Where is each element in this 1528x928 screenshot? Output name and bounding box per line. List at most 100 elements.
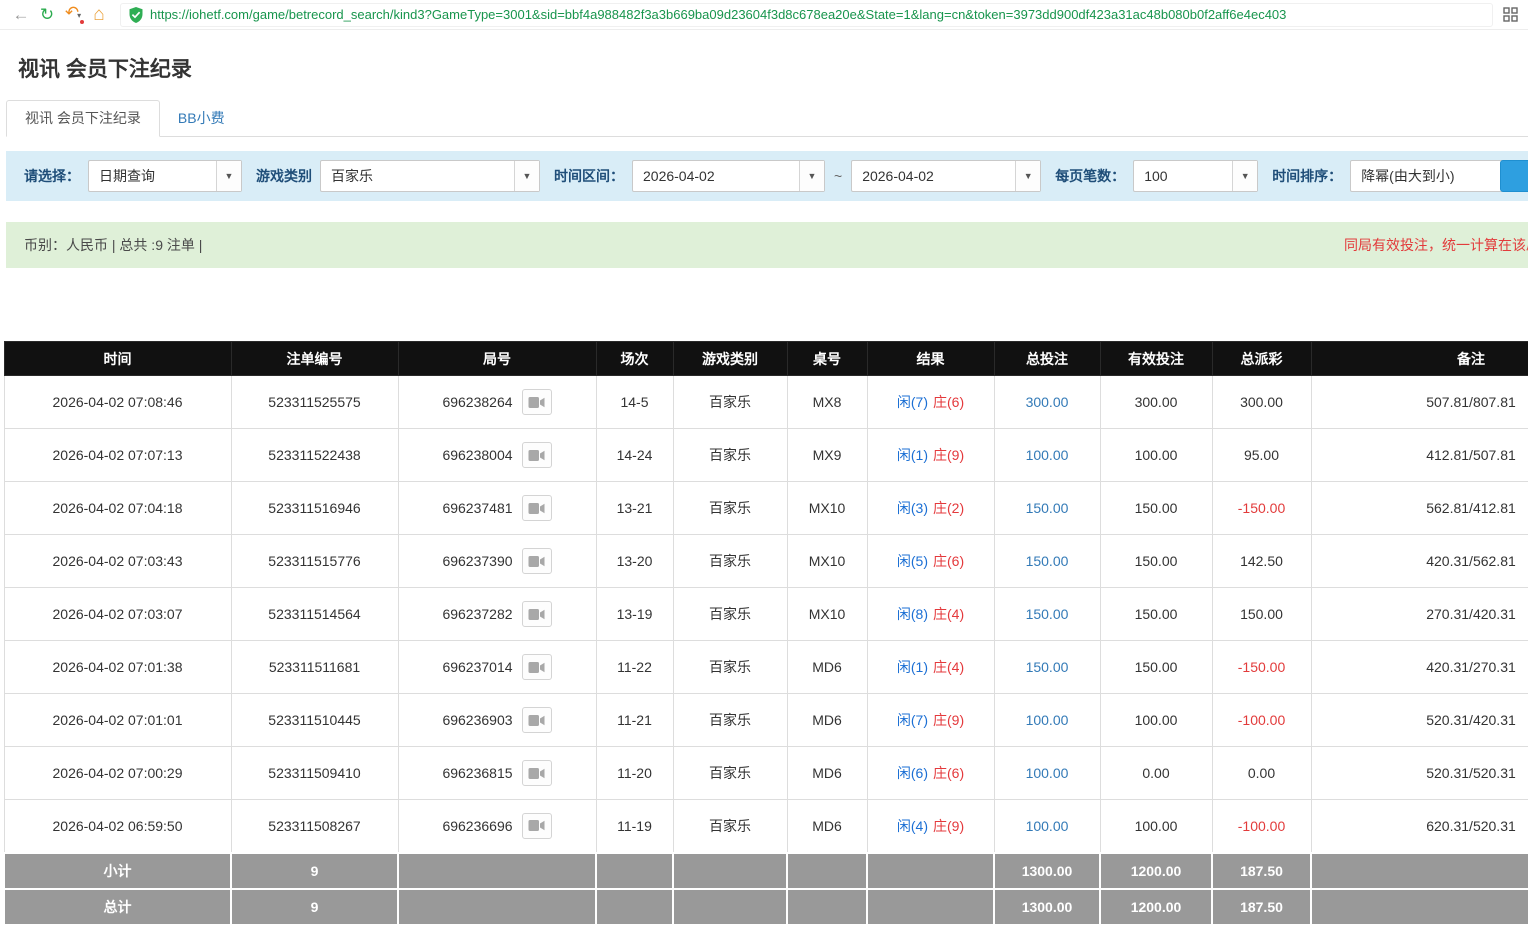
video-replay-button[interactable]: [522, 654, 552, 680]
cell-time: 2026-04-02 07:00:29: [4, 747, 231, 800]
cell-table-no: MD6: [787, 747, 867, 800]
player-result: 闲(8): [897, 606, 928, 622]
table-row: 2026-04-02 07:03:07 523311514564 6962372…: [4, 588, 1528, 641]
player-result: 闲(6): [897, 765, 928, 781]
cell-payout: -150.00: [1212, 641, 1311, 694]
table-row: 2026-04-02 07:03:43 523311515776 6962373…: [4, 535, 1528, 588]
cell-session: 13-19: [596, 588, 673, 641]
video-replay-button[interactable]: [522, 813, 552, 839]
cell-time: 2026-04-02 07:01:01: [4, 694, 231, 747]
subtotal-total-bet: 1300.00: [994, 853, 1100, 889]
cell-game-type: 百家乐: [673, 535, 787, 588]
query-type-select[interactable]: 日期查询 ▼: [88, 160, 242, 192]
subtotal-row: 小计 9 1300.00 1200.00 187.50: [4, 853, 1528, 889]
player-result: 闲(3): [897, 500, 928, 516]
cell-table-no: MX8: [787, 376, 867, 429]
game-type-value: 百家乐: [321, 166, 514, 186]
cell-payout: -150.00: [1212, 482, 1311, 535]
cell-time: 2026-04-02 07:01:38: [4, 641, 231, 694]
undo-icon[interactable]: ↶▾: [60, 0, 86, 30]
date-from-select[interactable]: 2026-04-02 ▼: [632, 160, 825, 192]
cell-game-type: 百家乐: [673, 376, 787, 429]
home-icon[interactable]: ⌂: [86, 1, 112, 29]
video-camera-icon: [528, 819, 545, 832]
cell-total-bet[interactable]: 150.00: [994, 535, 1100, 588]
cell-result: 闲(1)庄(9): [867, 429, 994, 482]
page-size-select[interactable]: 100 ▼: [1133, 160, 1258, 192]
browser-toolbar: ← ↻ ↶▾ ⌂ https://iohetf.com/game/betreco…: [0, 0, 1528, 30]
chevron-down-icon: ▼: [799, 161, 824, 191]
cell-result: 闲(8)庄(4): [867, 588, 994, 641]
video-replay-button[interactable]: [522, 495, 552, 521]
cell-session: 14-5: [596, 376, 673, 429]
refresh-icon[interactable]: ↻: [34, 1, 60, 29]
cell-valid-bet: 150.00: [1100, 641, 1212, 694]
date-to-select[interactable]: 2026-04-02 ▼: [851, 160, 1041, 192]
cell-bet-id: 523311516946: [231, 482, 398, 535]
cell-remark: 420.31/562.81: [1311, 535, 1528, 588]
video-camera-icon: [528, 608, 545, 621]
video-replay-button[interactable]: [522, 442, 552, 468]
column-header: 局号: [398, 342, 596, 376]
cell-game-type: 百家乐: [673, 429, 787, 482]
apps-grid-icon[interactable]: [1503, 7, 1518, 22]
cell-total-bet[interactable]: 150.00: [994, 482, 1100, 535]
tab-bb-tip[interactable]: BB小费: [160, 101, 243, 136]
game-type-select[interactable]: 百家乐 ▼: [320, 160, 540, 192]
column-header: 备注: [1311, 342, 1528, 376]
video-replay-button[interactable]: [522, 601, 552, 627]
video-camera-icon: [528, 396, 545, 409]
cell-total-bet[interactable]: 100.00: [994, 694, 1100, 747]
cell-remark: 507.81/807.81: [1311, 376, 1528, 429]
subtotal-count: 9: [231, 853, 398, 889]
cell-table-no: MX9: [787, 429, 867, 482]
cell-payout: 150.00: [1212, 588, 1311, 641]
column-header: 场次: [596, 342, 673, 376]
cell-total-bet[interactable]: 300.00: [994, 376, 1100, 429]
video-replay-button[interactable]: [522, 707, 552, 733]
cell-total-bet[interactable]: 100.00: [994, 429, 1100, 482]
tab-bar: 视讯 会员下注纪录 BB小费: [6, 100, 1528, 137]
column-header: 注单编号: [231, 342, 398, 376]
cell-remark: 412.81/507.81: [1311, 429, 1528, 482]
table-body: 2026-04-02 07:08:46 523311525575 6962382…: [4, 376, 1528, 853]
total-label: 总计: [4, 889, 231, 925]
column-header: 游戏类别: [673, 342, 787, 376]
cell-game-type: 百家乐: [673, 641, 787, 694]
cell-round: 696237390: [398, 535, 596, 588]
banker-result: 庄(9): [933, 818, 964, 834]
page-size-value: 100: [1134, 168, 1232, 184]
cell-result: 闲(7)庄(9): [867, 694, 994, 747]
cell-remark: 520.31/520.31: [1311, 747, 1528, 800]
chevron-down-icon: ▼: [514, 161, 539, 191]
cell-valid-bet: 300.00: [1100, 376, 1212, 429]
cell-round: 696236696: [398, 800, 596, 853]
search-button[interactable]: [1500, 160, 1528, 192]
cell-valid-bet: 150.00: [1100, 482, 1212, 535]
cell-payout: -100.00: [1212, 800, 1311, 853]
game-type-label: 游戏类别: [256, 166, 312, 186]
cell-session: 11-21: [596, 694, 673, 747]
video-camera-icon: [528, 449, 545, 462]
total-count: 9: [231, 889, 398, 925]
tab-betrecord[interactable]: 视讯 会员下注纪录: [6, 100, 160, 137]
video-camera-icon: [528, 502, 545, 515]
cell-valid-bet: 100.00: [1100, 694, 1212, 747]
cell-total-bet[interactable]: 100.00: [994, 747, 1100, 800]
player-result: 闲(7): [897, 712, 928, 728]
cell-payout: 142.50: [1212, 535, 1311, 588]
cell-total-bet[interactable]: 150.00: [994, 641, 1100, 694]
cell-game-type: 百家乐: [673, 747, 787, 800]
player-result: 闲(7): [897, 394, 928, 410]
cell-valid-bet: 100.00: [1100, 429, 1212, 482]
cell-total-bet[interactable]: 150.00: [994, 588, 1100, 641]
video-replay-button[interactable]: [522, 389, 552, 415]
video-replay-button[interactable]: [522, 548, 552, 574]
video-replay-button[interactable]: [522, 760, 552, 786]
time-range-label: 时间区间：: [554, 166, 624, 186]
cell-total-bet[interactable]: 100.00: [994, 800, 1100, 853]
address-bar[interactable]: https://iohetf.com/game/betrecord_search…: [120, 3, 1493, 27]
back-icon[interactable]: ←: [8, 1, 34, 29]
cell-game-type: 百家乐: [673, 800, 787, 853]
video-camera-icon: [528, 555, 545, 568]
